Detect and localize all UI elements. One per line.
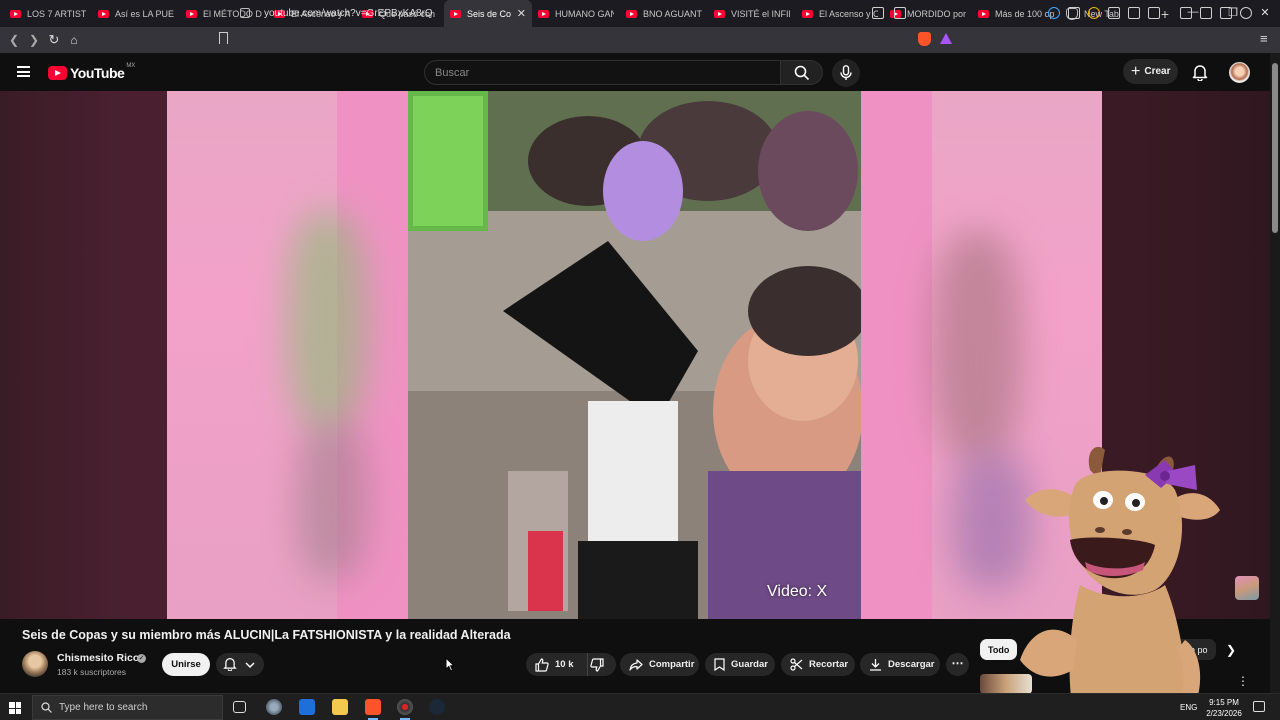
bookmark-icon[interactable] bbox=[219, 32, 228, 44]
recording-app-icon[interactable] bbox=[397, 699, 413, 720]
notifications-bell-icon[interactable] bbox=[1192, 64, 1208, 81]
forward-icon[interactable]: ❯ bbox=[24, 33, 44, 47]
guide-menu-icon[interactable] bbox=[17, 66, 30, 77]
voice-search-button[interactable] bbox=[832, 59, 860, 87]
audio-extension-icon[interactable] bbox=[1048, 7, 1060, 19]
sidebar-icon[interactable] bbox=[1180, 7, 1192, 19]
youtube-favicon-icon bbox=[978, 9, 989, 18]
extension-icon[interactable] bbox=[1088, 7, 1100, 19]
youtube-favicon-icon bbox=[98, 9, 109, 18]
video-source-caption: Video: X bbox=[767, 583, 828, 600]
browser-tab[interactable]: LOS 7 ARTISTAS bbox=[4, 0, 92, 27]
calculator-app-icon[interactable] bbox=[299, 699, 315, 715]
page-scrollbar[interactable] bbox=[1270, 53, 1280, 693]
browser-tab[interactable]: Más de 100 ope bbox=[972, 0, 1060, 27]
scissors-icon bbox=[790, 658, 803, 671]
site-info-icon[interactable] bbox=[240, 8, 250, 18]
microphone-icon bbox=[840, 65, 852, 80]
youtube-favicon-icon bbox=[10, 9, 21, 18]
extension-icon[interactable] bbox=[1128, 7, 1140, 19]
share-arrow-icon bbox=[629, 658, 643, 671]
address-bar[interactable]: youtube.com/watch?v=GrEPBxKA8rQ bbox=[240, 3, 960, 23]
video-frame bbox=[408, 91, 861, 619]
clip-button[interactable]: Recortar bbox=[781, 653, 855, 676]
video-player[interactable]: Video: X bbox=[167, 91, 1102, 619]
download-icon bbox=[870, 659, 881, 671]
youtube-logo[interactable]: YouTube MX bbox=[48, 63, 135, 81]
puzzle-icon[interactable] bbox=[1108, 7, 1120, 19]
file-explorer-icon[interactable] bbox=[332, 699, 348, 715]
brave-rewards-icon[interactable] bbox=[940, 33, 952, 44]
verified-check-icon: ✓ bbox=[137, 654, 146, 663]
steam-app-icon[interactable] bbox=[429, 699, 445, 715]
thumbs-up-icon bbox=[535, 657, 549, 672]
bell-icon bbox=[223, 658, 237, 671]
home-icon[interactable]: ⌂ bbox=[64, 33, 84, 47]
create-button[interactable]: + Crear bbox=[1123, 59, 1178, 84]
chevron-down-icon bbox=[245, 662, 255, 669]
blur-shape bbox=[287, 211, 367, 431]
blur-shape bbox=[932, 231, 1022, 461]
save-button[interactable]: Guardar bbox=[705, 653, 775, 676]
reload-icon[interactable]: ↻ bbox=[44, 32, 64, 48]
youtube-play-icon bbox=[48, 66, 67, 80]
browser-tab[interactable]: Así es LA PUERTA bbox=[92, 0, 180, 27]
system-clock[interactable]: 9:15 PM 2/23/2026 bbox=[1196, 697, 1252, 719]
thumbs-down-icon bbox=[590, 657, 604, 672]
brave-browser-icon[interactable] bbox=[365, 699, 381, 720]
bookmark-save-icon bbox=[714, 658, 725, 671]
notification-center-icon[interactable] bbox=[1253, 701, 1265, 712]
goat-puppet-overlay bbox=[1020, 446, 1220, 720]
blurred-left-panel bbox=[167, 91, 367, 619]
menu-icon[interactable]: ≡ bbox=[1260, 31, 1268, 46]
search-icon bbox=[41, 702, 52, 713]
taskbar-search-input[interactable]: Type here to search bbox=[32, 695, 223, 720]
input-language[interactable]: ENG bbox=[1180, 703, 1197, 712]
vpn-icon[interactable] bbox=[1240, 7, 1252, 19]
leo-ai-icon[interactable] bbox=[1220, 7, 1232, 19]
back-icon[interactable]: ❮ bbox=[4, 33, 24, 47]
dislike-button[interactable] bbox=[587, 653, 616, 676]
channel-name[interactable]: Chismesito Rico bbox=[57, 652, 139, 664]
windows-start-icon[interactable] bbox=[9, 702, 21, 714]
like-button[interactable]: 10 k bbox=[526, 653, 587, 676]
youtube-favicon-icon bbox=[186, 9, 197, 18]
join-button[interactable]: Unirse bbox=[162, 653, 210, 676]
protest-scene-image bbox=[408, 91, 861, 619]
weather-widget-icon[interactable] bbox=[266, 699, 282, 715]
share-icon[interactable] bbox=[894, 7, 906, 19]
wallet-icon[interactable] bbox=[1200, 7, 1212, 19]
subscription-notifications-button[interactable] bbox=[216, 653, 264, 676]
mouse-cursor-icon bbox=[445, 657, 455, 672]
subscriber-count: 183 k suscriptores bbox=[57, 667, 126, 677]
extension-icon[interactable] bbox=[1068, 7, 1080, 19]
search-button[interactable] bbox=[781, 60, 823, 85]
more-actions-button[interactable]: ⋯ bbox=[946, 653, 969, 676]
browser-toolbar: ❮ ❯ ↻ ⌂ bbox=[0, 27, 1280, 53]
close-window-icon[interactable]: ✕ bbox=[1257, 6, 1273, 19]
download-button[interactable]: Descargar bbox=[860, 653, 940, 676]
download-icon[interactable] bbox=[1148, 7, 1160, 19]
plus-icon: + bbox=[1131, 62, 1141, 80]
youtube-header: YouTube MX Buscar + Crear bbox=[0, 53, 1270, 91]
share-button[interactable]: Compartir bbox=[620, 653, 699, 676]
search-input[interactable]: Buscar bbox=[424, 60, 781, 85]
video-title: Seis de Copas y su miembro más ALUCIN|La… bbox=[22, 628, 511, 642]
windows-taskbar: Type here to search ENG 9:15 PM 2/23/202… bbox=[0, 693, 1280, 720]
task-view-icon[interactable] bbox=[233, 701, 246, 713]
scrollbar-thumb[interactable] bbox=[1272, 63, 1278, 233]
brave-shields-icon[interactable] bbox=[918, 32, 931, 46]
account-avatar[interactable] bbox=[1229, 62, 1250, 83]
channel-avatar[interactable] bbox=[22, 651, 48, 677]
search-icon bbox=[794, 65, 810, 81]
screen-icon[interactable] bbox=[872, 7, 884, 19]
blur-shape bbox=[297, 421, 367, 581]
